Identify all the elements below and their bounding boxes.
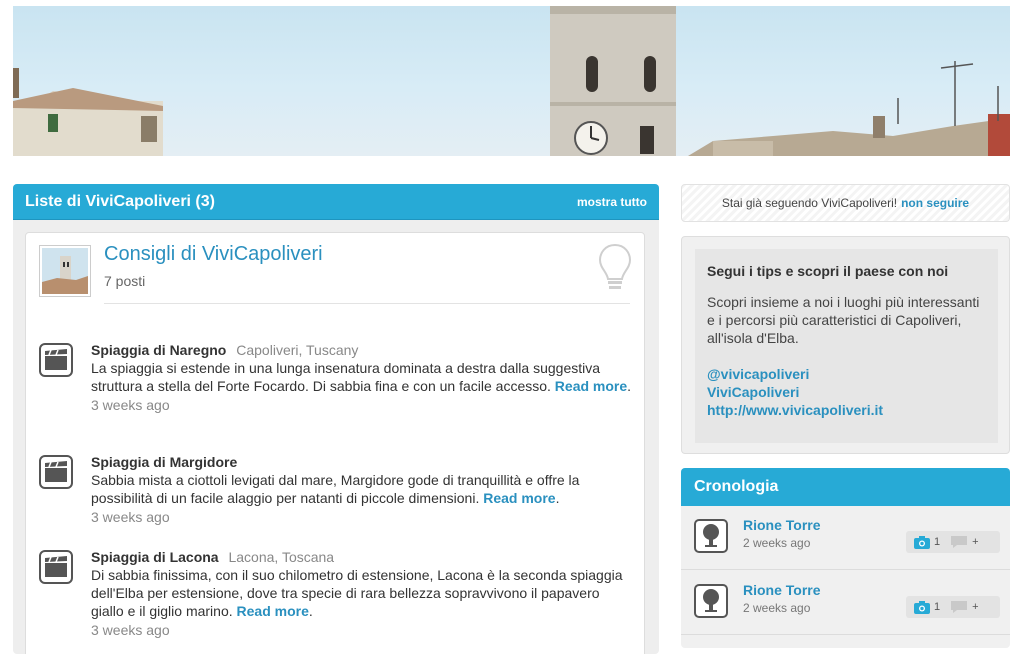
camera-icon <box>914 600 930 614</box>
about-content: Segui i tips e scopri il paese con noi S… <box>695 249 998 443</box>
chronology-title: Cronologia <box>694 478 779 495</box>
tower-thumbnail-image <box>42 248 88 294</box>
card-divider <box>104 303 630 304</box>
follow-status-box: Stai già seguendo ViviCapoliveri! non se… <box>681 184 1010 222</box>
chronology-header: Cronologia <box>681 468 1010 506</box>
comment-add: + <box>972 601 979 613</box>
list-name[interactable]: Consigli di ViviCapoliveri <box>104 243 323 266</box>
unfollow-link[interactable]: non seguire <box>901 196 969 210</box>
twitter-link[interactable]: @vivicapoliveri <box>707 365 986 383</box>
facebook-link[interactable]: ViviCapoliveri <box>707 383 986 401</box>
header-banner-photo <box>13 6 1010 156</box>
camera-icon <box>914 535 930 549</box>
photo-count: 1 <box>934 601 941 613</box>
tip-title[interactable]: Spiaggia di Margidore <box>91 454 237 470</box>
tip-time: 3 weeks ago <box>91 622 170 638</box>
read-more-link[interactable]: Read more <box>483 490 555 506</box>
lists-panel: Liste di ViviCapoliveri (3) mostra tutto… <box>13 184 659 654</box>
list-thumbnail[interactable] <box>39 245 91 297</box>
list-card: Consigli di ViviCapoliveri 7 posti Spiag… <box>25 232 645 654</box>
town-skyline-image <box>13 6 1010 156</box>
comment-icon <box>951 536 968 548</box>
chronology-item-title[interactable]: Rione Torre <box>743 582 821 598</box>
lists-title: Liste di ViviCapoliveri (3) <box>25 192 215 210</box>
website-link[interactable]: http://www.vivicapoliveri.it <box>707 401 986 419</box>
about-text: Scopri insieme a noi i luoghi più intere… <box>707 294 980 346</box>
photo-count: 1 <box>934 536 941 548</box>
tip-location: Capoliveri, Tuscany <box>236 342 359 358</box>
lists-header: Liste di ViviCapoliveri (3) mostra tutto <box>13 184 659 220</box>
tip-time: 3 weeks ago <box>91 397 170 413</box>
tip-text: La spiaggia si estende in una lunga inse… <box>91 360 601 394</box>
tip-item: Spiaggia di Lacona Lacona, Toscana Di sa… <box>91 548 636 639</box>
tip-time: 3 weeks ago <box>91 509 170 525</box>
follow-status-text: Stai già seguendo ViviCapoliveri! <box>721 196 898 210</box>
read-more-link[interactable]: Read more <box>237 603 309 619</box>
tip-title[interactable]: Spiaggia di Lacona <box>91 549 219 565</box>
chronology-panel: Cronologia Rione Torre 2 weeks ago 1 + R… <box>681 468 1010 648</box>
chronology-item-title[interactable]: Rione Torre <box>743 517 821 533</box>
about-title: Segui i tips e scopri il paese con noi <box>707 263 949 279</box>
clapperboard-icon <box>39 455 73 489</box>
tip-item: Spiaggia di Naregno Capoliveri, Tuscany … <box>91 341 636 414</box>
tip-title[interactable]: Spiaggia di Naregno <box>91 342 226 358</box>
comment-add: + <box>972 536 979 548</box>
comment-icon <box>951 601 968 613</box>
lightbulb-icon <box>598 243 632 289</box>
tip-location: Lacona, Toscana <box>228 549 335 565</box>
list-count: 7 posti <box>104 273 146 289</box>
chronology-item[interactable]: Rione Torre 2 weeks ago 1 + <box>681 571 1010 635</box>
chronology-item-time: 2 weeks ago <box>743 536 811 550</box>
clapperboard-icon <box>39 550 73 584</box>
about-panel: Segui i tips e scopri il paese con noi S… <box>681 236 1010 454</box>
item-actions[interactable]: 1 + <box>906 531 1000 553</box>
read-more-link[interactable]: Read more <box>555 378 627 394</box>
item-actions[interactable]: 1 + <box>906 596 1000 618</box>
clapperboard-icon <box>39 343 73 377</box>
chronology-item-time: 2 weeks ago <box>743 601 811 615</box>
tree-icon <box>694 519 728 553</box>
chronology-item[interactable]: Rione Torre 2 weeks ago 1 + <box>681 506 1010 570</box>
tip-item: Spiaggia di Margidore Sabbia mista a cio… <box>91 453 636 526</box>
tip-text: Di sabbia finissima, con il suo chilomet… <box>91 567 623 619</box>
tree-icon <box>694 584 728 618</box>
show-all-link[interactable]: mostra tutto <box>577 195 647 209</box>
